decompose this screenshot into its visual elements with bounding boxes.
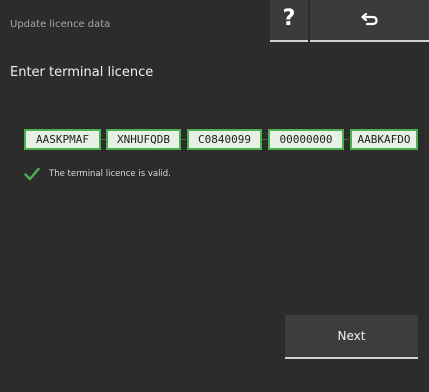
licence-field-4[interactable]: 00000000	[268, 129, 344, 150]
licence-field-3[interactable]: C0840099	[187, 129, 262, 150]
back-button[interactable]	[310, 0, 429, 42]
next-button[interactable]: Next	[285, 315, 418, 359]
status-text: The terminal licence is valid.	[49, 169, 171, 179]
section-title: Enter terminal licence	[10, 65, 154, 80]
help-button[interactable]: ?	[270, 0, 308, 42]
licence-field-2[interactable]: XNHUFQDB	[106, 129, 181, 150]
licence-field-1[interactable]: AASKPMAF	[24, 129, 101, 150]
checkmark-icon	[24, 167, 40, 181]
field-separator	[262, 139, 267, 140]
licence-update-screen: Update licence data ? Enter terminal lic…	[0, 0, 429, 392]
field-separator	[344, 139, 349, 140]
licence-field-5[interactable]: AABKAFDO	[350, 129, 418, 150]
licence-status: The terminal licence is valid.	[24, 166, 171, 182]
header-bar: Update licence data ?	[0, 0, 429, 42]
field-separator	[181, 139, 186, 140]
page-title: Update licence data	[10, 19, 111, 30]
question-mark-icon: ?	[282, 5, 296, 31]
return-arrow-icon	[360, 12, 378, 26]
